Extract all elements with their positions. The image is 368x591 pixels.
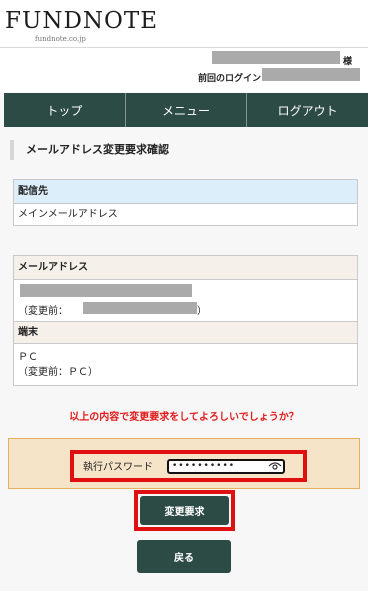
site-logo-subtitle: fundnote.co.jp [35, 35, 86, 43]
nav-logout[interactable]: ログアウト [247, 93, 368, 127]
device-before: （変更前：ＰＣ） [18, 367, 98, 378]
last-login-label: 前回のログイン [198, 74, 262, 84]
user-name-suffix: 様 [343, 57, 353, 67]
confirm-question: 以上の内容で変更要求をしてよろしいでしょうか？ [69, 412, 299, 423]
email-row: （変更前： ） [14, 280, 357, 322]
nav-top[interactable]: トップ [4, 93, 126, 127]
eye-icon[interactable] [268, 461, 282, 471]
redacted-old-email [83, 302, 197, 314]
delivery-value: メインメールアドレス [18, 209, 118, 220]
page-title: メールアドレス変更要求確認 [10, 140, 169, 160]
site-logo[interactable]: FUNDNOTE [5, 8, 158, 34]
nav-menu[interactable]: メニュー [125, 93, 248, 127]
redacted-last-login [262, 68, 360, 81]
submit-change-button[interactable]: 変更要求 [140, 496, 229, 525]
main-nav: トップ メニュー ログアウト [4, 93, 368, 127]
back-button[interactable]: 戻る [137, 540, 231, 573]
password-label: 執行パスワード [83, 462, 153, 473]
delivery-heading: 配信先 [14, 180, 357, 204]
device-heading: 端末 [14, 322, 357, 344]
details-box: メールアドレス （変更前： ） 端末 ＰＣ （変更前：ＰＣ） [13, 255, 358, 386]
device-value: ＰＣ [18, 352, 38, 363]
email-heading: メールアドレス [14, 256, 357, 280]
site-header: FUNDNOTE fundnote.co.jp [0, 0, 368, 48]
redacted-user-name [212, 51, 340, 64]
email-before-suffix: ） [197, 306, 207, 317]
email-before-prefix: （変更前： [18, 306, 68, 317]
delivery-box: 配信先 メインメールアドレス [13, 179, 358, 226]
redacted-new-email [20, 284, 192, 297]
